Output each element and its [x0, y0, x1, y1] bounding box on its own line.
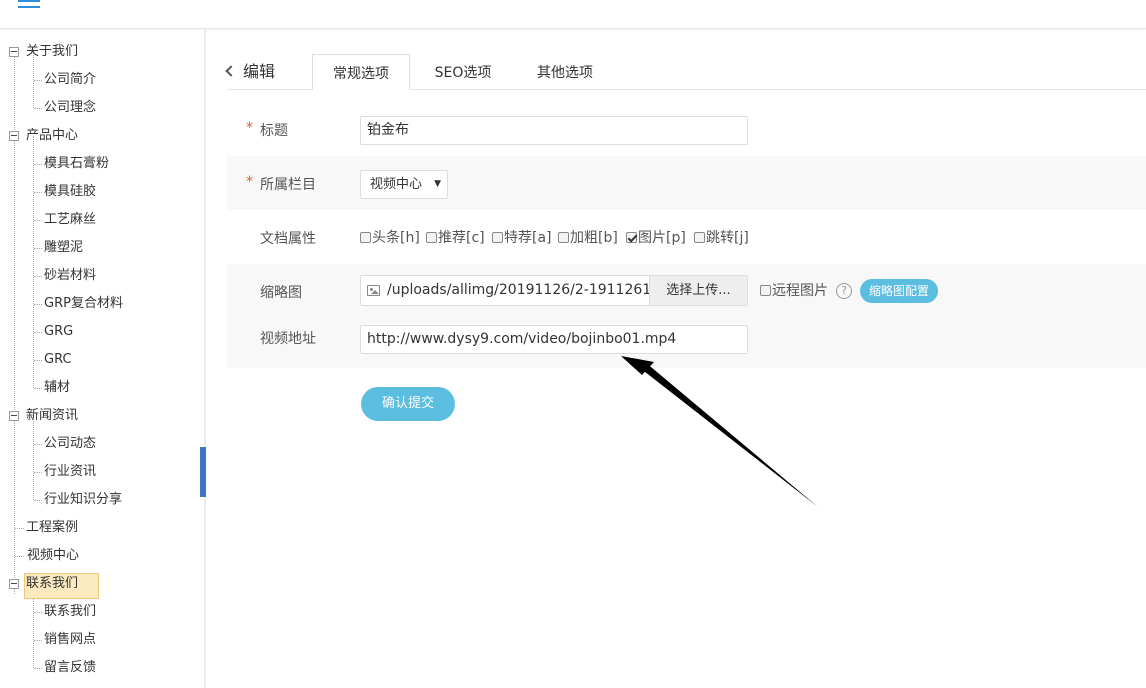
annotation-arrow [621, 356, 818, 507]
